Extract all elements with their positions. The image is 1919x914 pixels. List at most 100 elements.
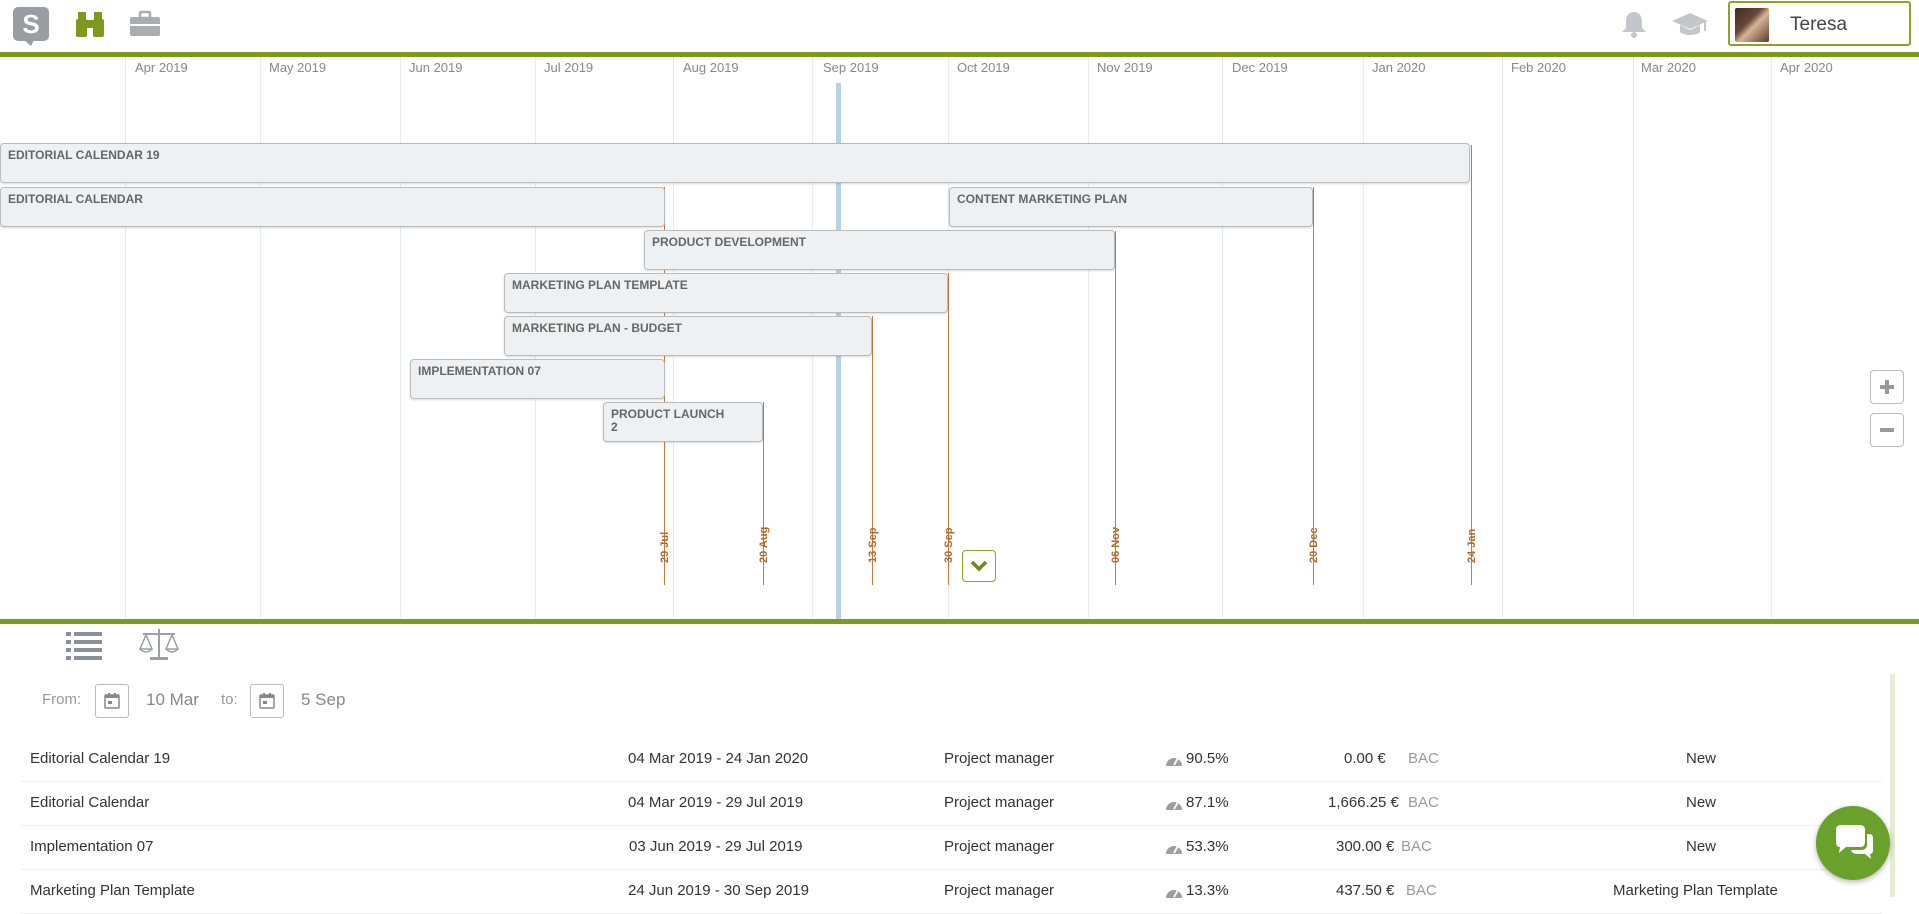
expand-button[interactable] xyxy=(962,550,996,582)
gantt-bar[interactable]: MARKETING PLAN - BUDGET xyxy=(504,316,872,356)
zoom-out-button[interactable] xyxy=(1870,413,1904,447)
gantt-timeline: Apr 2019 May 2019 Jun 2019 Jul 2019 Aug … xyxy=(0,57,1919,619)
project-name[interactable]: Implementation 07 xyxy=(30,838,153,855)
table-row[interactable]: Implementation 07 03 Jun 2019 - 29 Jul 2… xyxy=(20,825,1882,870)
balance-scale-icon[interactable] xyxy=(137,627,181,663)
bac-label: BAC xyxy=(1408,750,1439,767)
month-gridline xyxy=(1771,57,1772,619)
month-label: Feb 2020 xyxy=(1511,60,1566,75)
project-name[interactable]: Editorial Calendar 19 xyxy=(30,750,170,767)
month-gridline xyxy=(125,57,126,619)
scrollbar[interactable] xyxy=(1890,674,1895,897)
bell-icon[interactable] xyxy=(1619,10,1649,38)
month-label: Jul 2019 xyxy=(544,60,594,75)
from-date-value[interactable]: 10 Mar xyxy=(146,690,199,710)
project-dates: 04 Mar 2019 - 24 Jan 2020 xyxy=(628,750,809,767)
bac-label: BAC xyxy=(1406,882,1437,899)
app-logo-icon[interactable]: S xyxy=(12,6,50,46)
month-label: Dec 2019 xyxy=(1232,60,1288,75)
project-dates: 24 Jun 2019 - 30 Sep 2019 xyxy=(628,882,809,899)
deadline-line xyxy=(1471,145,1472,585)
project-cost: 437.50 € xyxy=(1336,882,1395,899)
minus-icon xyxy=(1880,428,1894,432)
deadline-label: 20 Aug xyxy=(758,526,770,563)
month-label: Sep 2019 xyxy=(823,60,879,75)
gantt-bar[interactable]: MARKETING PLAN TEMPLATE xyxy=(504,273,948,313)
deadline-label: 29 Jul xyxy=(659,531,671,563)
gauge-icon xyxy=(1166,845,1182,854)
gantt-bar[interactable]: PRODUCT DEVELOPMENT xyxy=(644,230,1115,270)
gauge-icon xyxy=(1166,757,1182,766)
month-gridline xyxy=(1633,57,1634,619)
deadline-label: 24 Jan xyxy=(1466,528,1478,563)
user-name: Teresa xyxy=(1790,14,1848,35)
graduation-cap-icon[interactable] xyxy=(1671,10,1709,38)
month-label: Apr 2020 xyxy=(1780,60,1833,75)
bac-label: BAC xyxy=(1408,794,1439,811)
chevron-down-icon xyxy=(970,560,988,572)
gantt-bar-label: EDITORIAL CALENDAR xyxy=(8,192,143,206)
project-progress: 90.5% xyxy=(1186,750,1229,767)
gantt-bar-label: CONTENT MARKETING PLAN xyxy=(957,192,1127,206)
deadline-label: 13 Sep xyxy=(867,527,879,563)
bac-label: BAC xyxy=(1401,838,1432,855)
gantt-bar-label: PRODUCT LAUNCH 2 xyxy=(611,407,725,434)
deadline-label: 20 Dec xyxy=(1308,527,1320,563)
gantt-bar[interactable]: IMPLEMENTATION 07 xyxy=(410,359,665,399)
project-progress: 53.3% xyxy=(1186,838,1229,855)
gantt-bar[interactable]: CONTENT MARKETING PLAN xyxy=(949,187,1313,227)
project-progress: 13.3% xyxy=(1186,882,1229,899)
list-view-icon[interactable] xyxy=(66,630,102,660)
gantt-bar[interactable]: EDITORIAL CALENDAR xyxy=(0,187,665,227)
zoom-in-button[interactable] xyxy=(1870,370,1904,404)
table-row[interactable]: Marketing Plan Template 24 Jun 2019 - 30… xyxy=(20,869,1882,914)
plus-icon xyxy=(1880,380,1894,394)
calendar-icon xyxy=(104,693,120,709)
top-bar: S Teresa xyxy=(0,0,1919,57)
gantt-bar-label: PRODUCT DEVELOPMENT xyxy=(652,235,807,249)
from-date-picker-button[interactable] xyxy=(95,684,129,718)
gauge-icon xyxy=(1166,801,1182,810)
deadline-label: 30 Sep xyxy=(943,527,955,563)
gantt-bar-label: MARKETING PLAN TEMPLATE xyxy=(512,278,688,292)
month-gridline xyxy=(400,57,401,619)
month-label: Apr 2019 xyxy=(135,60,188,75)
gantt-bar-label: IMPLEMENTATION 07 xyxy=(418,364,541,378)
gantt-bar-label: MARKETING PLAN - BUDGET xyxy=(512,321,682,335)
deadline-line xyxy=(1313,187,1314,585)
briefcase-icon[interactable] xyxy=(129,10,161,38)
project-status: Marketing Plan Template xyxy=(1613,882,1778,899)
gauge-icon xyxy=(1166,889,1182,898)
project-role: Project manager xyxy=(944,882,1055,899)
deadline-label: 06 Nov xyxy=(1110,526,1122,563)
table-row[interactable]: Editorial Calendar 04 Mar 2019 - 29 Jul … xyxy=(20,781,1882,826)
month-label: Jun 2019 xyxy=(409,60,463,75)
to-date-picker-button[interactable] xyxy=(250,684,284,718)
project-cost: 300.00 € xyxy=(1336,838,1395,855)
month-gridline xyxy=(1363,57,1364,619)
to-label: to: xyxy=(221,691,238,708)
project-name[interactable]: Marketing Plan Template xyxy=(30,882,195,899)
project-status: New xyxy=(1686,794,1717,811)
gantt-bar[interactable]: PRODUCT LAUNCH 2 xyxy=(603,402,763,442)
month-label: May 2019 xyxy=(269,60,327,75)
project-status: New xyxy=(1686,750,1717,767)
project-name[interactable]: Editorial Calendar xyxy=(30,794,149,811)
to-date-value[interactable]: 5 Sep xyxy=(301,690,345,710)
chat-button[interactable] xyxy=(1816,806,1890,880)
user-menu-button[interactable]: Teresa xyxy=(1728,1,1911,46)
svg-text:S: S xyxy=(22,9,39,39)
gantt-bar-label: EDITORIAL CALENDAR 19 xyxy=(8,148,160,162)
project-status: New xyxy=(1686,838,1717,855)
project-progress: 87.1% xyxy=(1186,794,1229,811)
month-gridline xyxy=(1502,57,1503,619)
project-dates: 04 Mar 2019 - 29 Jul 2019 xyxy=(628,794,804,811)
avatar xyxy=(1735,8,1769,42)
month-label: Jan 2020 xyxy=(1372,60,1426,75)
binoculars-icon[interactable] xyxy=(74,10,106,38)
month-gridline xyxy=(260,57,261,619)
gantt-bar[interactable]: EDITORIAL CALENDAR 19 xyxy=(0,143,1470,183)
table-row[interactable]: Editorial Calendar 19 04 Mar 2019 - 24 J… xyxy=(20,737,1882,782)
month-label: Aug 2019 xyxy=(683,60,739,75)
chat-icon xyxy=(1836,825,1873,859)
